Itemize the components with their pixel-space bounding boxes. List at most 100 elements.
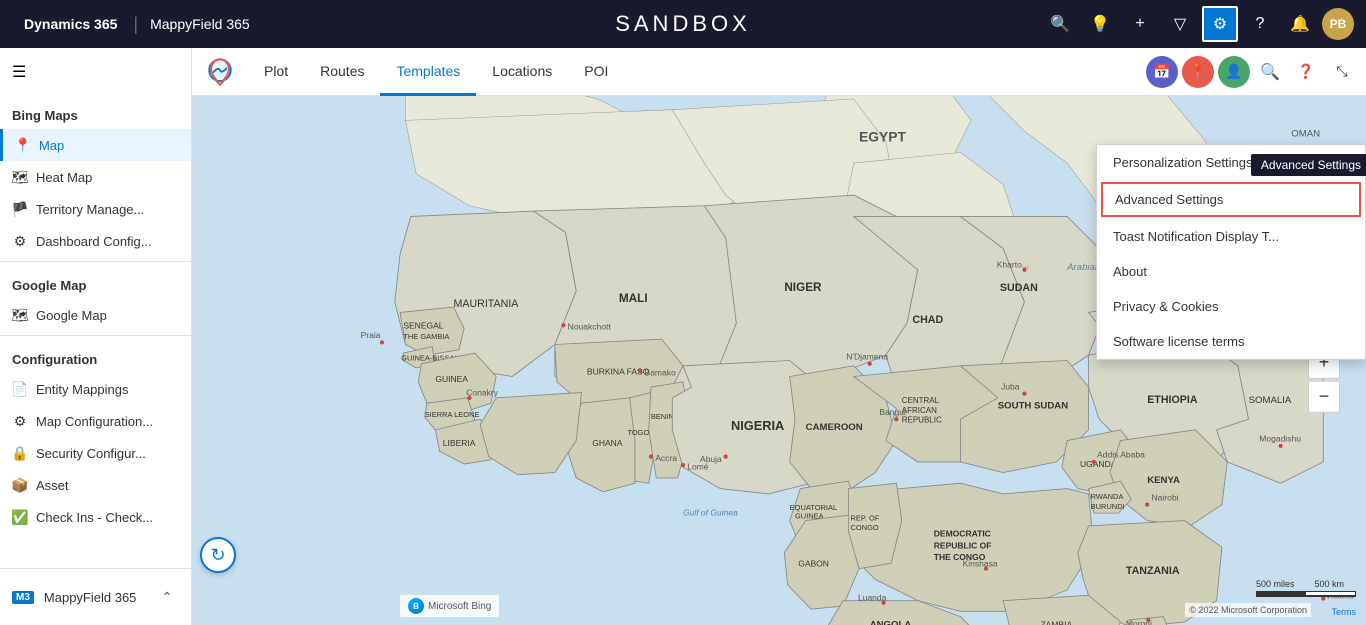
advanced-settings-item[interactable]: Advanced Settings xyxy=(1101,182,1361,217)
sidebar-footer-item[interactable]: M3 MappyField 365 ⌃ xyxy=(0,577,191,617)
svg-text:Bamako: Bamako xyxy=(645,367,677,377)
sidebar-hamburger[interactable]: ☰ xyxy=(0,48,191,96)
search-nav-button[interactable]: 🔍 xyxy=(1042,6,1078,42)
filter-nav-button[interactable]: ▽ xyxy=(1162,6,1198,42)
nav-divider: | xyxy=(133,14,138,35)
about-label: About xyxy=(1113,264,1147,279)
svg-text:SUDAN: SUDAN xyxy=(1000,282,1038,294)
svg-text:Abuja: Abuja xyxy=(700,454,722,464)
sidebar-item-asset[interactable]: 📦 Asset xyxy=(0,469,191,501)
sidebar-collapse-button[interactable]: ⌃ xyxy=(155,585,179,609)
nav-poi[interactable]: POI xyxy=(568,48,624,96)
sidebar-item-heat-map[interactable]: 🗺 Heat Map xyxy=(0,161,191,193)
svg-text:ANGOLA: ANGOLA xyxy=(870,619,912,625)
heatmap-icon: 🗺 xyxy=(12,169,28,185)
svg-text:Moroni: Moroni xyxy=(1126,618,1152,625)
app-search-button[interactable]: 🔍 xyxy=(1254,56,1286,88)
sidebar-item-dashboard-label: Dashboard Config... xyxy=(36,234,152,249)
personalization-label: Personalization Settings xyxy=(1113,155,1252,170)
personalization-settings-item[interactable]: Personalization Settings xyxy=(1097,145,1365,180)
sidebar-item-dashboard[interactable]: ⚙ Dashboard Config... xyxy=(0,225,191,257)
lightbulb-nav-button[interactable]: 💡 xyxy=(1082,6,1118,42)
svg-text:Addis Ababa: Addis Ababa xyxy=(1097,450,1145,460)
sidebar-item-entity-mappings[interactable]: 📄 Entity Mappings xyxy=(0,373,191,405)
svg-text:OMAN: OMAN xyxy=(1291,128,1320,139)
nav-icon-group: 🔍 💡 + ▽ ⚙ ? 🔔 PB xyxy=(1042,6,1354,42)
toast-notification-item[interactable]: Toast Notification Display T... xyxy=(1097,219,1365,254)
svg-text:ZAMBIA: ZAMBIA xyxy=(1040,619,1072,625)
svg-text:BENIN: BENIN xyxy=(651,412,674,421)
nav-templates[interactable]: Templates xyxy=(380,48,476,96)
privacy-item[interactable]: Privacy & Cookies xyxy=(1097,289,1365,324)
svg-text:SOMALIA: SOMALIA xyxy=(1249,395,1292,406)
sidebar-footer: M3 MappyField 365 ⌃ xyxy=(0,568,191,625)
google-map-icon: 🗺 xyxy=(12,307,28,323)
svg-text:Kinshasa: Kinshasa xyxy=(963,558,998,568)
svg-text:EGYPT: EGYPT xyxy=(859,129,907,145)
sidebar-item-checkins[interactable]: ✅ Check Ins - Check... xyxy=(0,501,191,533)
svg-text:SENEGAL: SENEGAL xyxy=(403,320,443,330)
svg-text:CAMEROON: CAMEROON xyxy=(806,422,863,433)
svg-text:AFRICAN: AFRICAN xyxy=(902,406,937,415)
app-help-button[interactable]: ❓ xyxy=(1290,56,1322,88)
scale-km: 500 km xyxy=(1315,579,1345,589)
top-navigation: Dynamics 365 | MappyField 365 SANDBOX 🔍 … xyxy=(0,0,1366,48)
settings-nav-button[interactable]: ⚙ xyxy=(1202,6,1238,42)
svg-text:NIGER: NIGER xyxy=(784,281,822,294)
mappyfield-logo xyxy=(202,54,238,90)
svg-text:TOGO: TOGO xyxy=(627,428,649,437)
sidebar-item-google-map[interactable]: 🗺 Google Map xyxy=(0,299,191,331)
map-copyright: © 2022 Microsoft Corporation xyxy=(1185,603,1311,617)
svg-text:CENTRAL: CENTRAL xyxy=(902,396,940,405)
svg-text:Conakry: Conakry xyxy=(466,388,498,398)
nav-plot[interactable]: Plot xyxy=(248,48,304,96)
app-header: Plot Routes Templates Locations POI 📅 📍 … xyxy=(192,48,1366,96)
refresh-button[interactable]: ↻ xyxy=(200,537,236,573)
person-button[interactable]: 👤 xyxy=(1218,56,1250,88)
svg-text:GUINEA: GUINEA xyxy=(435,374,468,384)
svg-text:Luanda: Luanda xyxy=(858,593,887,603)
map-terms-link[interactable]: Terms xyxy=(1332,607,1357,617)
map-container[interactable]: MAURITANIA MALI NIGER CHAD SUDAN ETHIOPI… xyxy=(192,96,1366,625)
sidebar-item-territory[interactable]: 🏴 Territory Manage... xyxy=(0,193,191,225)
svg-text:THE GAMBIA: THE GAMBIA xyxy=(403,332,449,341)
sidebar-divider-2 xyxy=(0,335,191,336)
svg-text:LIBERIA: LIBERIA xyxy=(443,438,476,448)
svg-text:Bangui: Bangui xyxy=(879,407,906,417)
location-pin-button[interactable]: 📍 xyxy=(1182,56,1214,88)
calendar-button[interactable]: 📅 xyxy=(1146,56,1178,88)
nav-locations[interactable]: Locations xyxy=(476,48,568,96)
svg-text:REP. OF: REP. OF xyxy=(851,514,880,523)
app-expand-button[interactable]: ⤡ xyxy=(1326,56,1358,88)
avatar[interactable]: PB xyxy=(1322,8,1354,40)
privacy-label: Privacy & Cookies xyxy=(1113,299,1218,314)
nav-routes[interactable]: Routes xyxy=(304,48,380,96)
zoom-out-button[interactable]: − xyxy=(1308,380,1340,412)
help-nav-button[interactable]: ? xyxy=(1242,6,1278,42)
sidebar-item-map-config[interactable]: ⚙ Map Configuration... xyxy=(0,405,191,437)
scale-miles: 500 miles xyxy=(1256,579,1295,589)
dynamics-label[interactable]: Dynamics 365 xyxy=(12,16,129,32)
sidebar-item-map-config-label: Map Configuration... xyxy=(36,414,153,429)
toast-label: Toast Notification Display T... xyxy=(1113,229,1279,244)
sidebar-item-security[interactable]: 🔒 Security Configur... xyxy=(0,437,191,469)
territory-icon: 🏴 xyxy=(12,201,28,217)
sidebar-item-google-map-label: Google Map xyxy=(36,308,107,323)
sidebar-item-checkins-label: Check Ins - Check... xyxy=(36,510,153,525)
asset-icon: 📦 xyxy=(12,477,28,493)
plus-nav-button[interactable]: + xyxy=(1122,6,1158,42)
bing-maps-section: Bing Maps xyxy=(0,96,191,129)
svg-text:Nouakchott: Nouakchott xyxy=(568,322,612,332)
svg-text:RWANDA: RWANDA xyxy=(1091,492,1124,501)
svg-text:BURUNDI: BURUNDI xyxy=(1091,502,1125,511)
main-layout: ☰ Bing Maps 📍 Map 🗺 Heat Map 🏴 Territory… xyxy=(0,48,1366,625)
map-icon: 📍 xyxy=(15,137,31,153)
about-item[interactable]: About xyxy=(1097,254,1365,289)
sidebar-item-map[interactable]: 📍 Map xyxy=(0,129,191,161)
sidebar-item-heat-map-label: Heat Map xyxy=(36,170,92,185)
bell-nav-button[interactable]: 🔔 xyxy=(1282,6,1318,42)
svg-text:REPUBLIC OF: REPUBLIC OF xyxy=(934,540,992,550)
app-name-label[interactable]: MappyField 365 xyxy=(142,16,258,32)
license-item[interactable]: Software license terms xyxy=(1097,324,1365,359)
refresh-icon: ↻ xyxy=(210,545,225,566)
